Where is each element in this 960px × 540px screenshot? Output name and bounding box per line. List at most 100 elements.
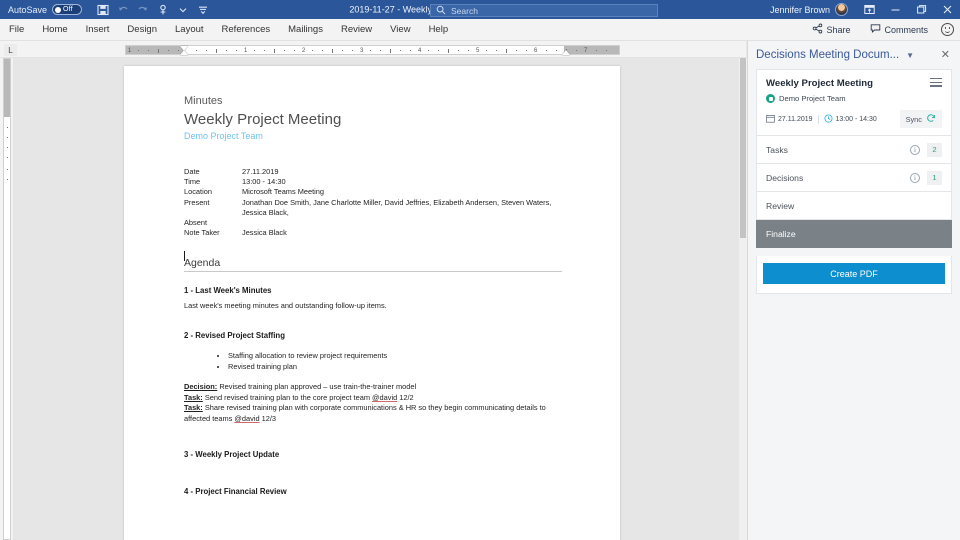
ribbon-display-options-icon[interactable] xyxy=(856,0,882,19)
chevron-down-icon[interactable]: ▼ xyxy=(906,51,914,60)
create-pdf-button[interactable]: Create PDF xyxy=(763,263,945,284)
section-4-heading: 4 - Project Financial Review xyxy=(184,487,287,497)
divider xyxy=(817,114,819,124)
mention[interactable]: @david xyxy=(234,414,259,423)
tab-home[interactable]: Home xyxy=(33,19,76,41)
document-canvas[interactable]: Minutes Weekly Project Meeting Demo Proj… xyxy=(14,58,740,540)
undo-icon[interactable] xyxy=(116,3,129,16)
pane-row-finalize[interactable]: Finalize xyxy=(756,220,952,248)
restore-icon[interactable] xyxy=(908,0,934,19)
pane-row-tasks[interactable]: Tasks i 2 xyxy=(756,136,952,164)
pane-row-right: i 1 xyxy=(910,170,942,185)
mention[interactable]: @david xyxy=(372,393,397,402)
ruler-dot xyxy=(606,50,607,52)
horizontal-ruler[interactable]: L 1 1 2 3 4 5 6 7 xyxy=(0,41,746,58)
ruler-half-tick xyxy=(158,49,159,53)
tab-stop-selector[interactable]: L xyxy=(4,44,17,56)
pane-row-right: i 2 xyxy=(910,142,942,157)
tab-help[interactable]: Help xyxy=(420,19,458,41)
meta-value xyxy=(242,218,564,228)
ruler-tick: 1 xyxy=(244,48,248,54)
share-button[interactable]: Share xyxy=(805,20,857,39)
ruler-half-tick xyxy=(216,49,217,53)
close-icon[interactable] xyxy=(934,0,960,19)
vertical-ruler-track xyxy=(3,58,11,540)
ruler-dot xyxy=(370,50,371,52)
autosave-control[interactable]: AutoSave Off xyxy=(8,4,83,15)
search-placeholder: Search xyxy=(451,5,478,16)
pane-row-decisions[interactable]: Decisions i 1 xyxy=(756,164,952,192)
meeting-card-title: Weekly Project Meeting xyxy=(766,78,873,89)
tab-insert[interactable]: Insert xyxy=(77,19,119,41)
ruler-track: 1 1 2 3 4 5 6 7 xyxy=(125,45,620,55)
task-line-1: Task: Send revised training plan to the … xyxy=(184,393,564,403)
search-input[interactable]: Search xyxy=(430,4,658,17)
hanging-indent-marker[interactable] xyxy=(180,50,188,55)
ruler-left-margin xyxy=(126,46,184,54)
ruler-dot xyxy=(178,50,179,52)
meeting-card: Weekly Project Meeting Demo Project Team… xyxy=(756,69,952,136)
minimize-icon[interactable] xyxy=(882,0,908,19)
ruler-dot xyxy=(496,50,497,52)
tab-references[interactable]: References xyxy=(213,19,280,41)
meta-value: 27.11.2019 xyxy=(242,167,279,176)
ruler-tick: 5 xyxy=(476,48,480,54)
meeting-time-text: 13:00 - 14:30 xyxy=(835,115,877,123)
pane-row-label: Review xyxy=(766,200,795,211)
avatar[interactable] xyxy=(835,3,848,16)
tab-mailings[interactable]: Mailings xyxy=(279,19,332,41)
save-icon[interactable] xyxy=(96,3,109,16)
ruler-dot xyxy=(516,50,517,52)
ruler-dot xyxy=(438,50,439,52)
feedback-smiley-icon[interactable] xyxy=(941,23,954,36)
tab-design[interactable]: Design xyxy=(118,19,166,41)
vertical-ruler[interactable] xyxy=(0,58,14,540)
ruler-dot xyxy=(458,50,459,52)
ruler-dot xyxy=(428,50,429,52)
vertical-scrollbar[interactable] xyxy=(739,58,747,540)
task-text: Send revised training plan to the core p… xyxy=(202,392,373,402)
info-icon[interactable]: i xyxy=(910,172,920,183)
ruler-dot xyxy=(294,50,295,52)
document-body[interactable]: Minutes Weekly Project Meeting Demo Proj… xyxy=(184,94,564,496)
info-icon[interactable]: i xyxy=(910,144,920,155)
tab-review[interactable]: Review xyxy=(332,19,381,41)
section-2-heading: 2 - Revised Project Staffing xyxy=(184,331,285,341)
agenda-heading: Agenda xyxy=(184,257,562,273)
tab-layout[interactable]: Layout xyxy=(166,19,213,41)
pane-row-review[interactable]: Review xyxy=(756,192,952,220)
tab-view[interactable]: View xyxy=(381,19,419,41)
task-due: 12/3 xyxy=(259,413,277,423)
ruler-tick: 4 xyxy=(418,48,422,54)
ruler-dot xyxy=(7,137,9,138)
close-icon[interactable]: ✕ xyxy=(937,48,954,63)
menu-icon[interactable] xyxy=(930,78,942,89)
meta-row: Date 27.11.2019 xyxy=(184,167,564,177)
chevron-down-icon[interactable] xyxy=(176,3,189,16)
ruler-dot xyxy=(7,127,9,128)
ruler-dot xyxy=(254,50,255,52)
tab-file[interactable]: File xyxy=(0,19,33,41)
decisions-tasks-block: Decision: Revised training plan approved… xyxy=(184,382,564,424)
touch-mode-icon[interactable] xyxy=(156,3,169,16)
task-pane-title: Decisions Meeting Docum... xyxy=(756,49,900,61)
customize-quick-access-icon[interactable] xyxy=(196,3,209,16)
right-indent-marker[interactable] xyxy=(562,50,570,55)
redo-icon[interactable] xyxy=(136,3,149,16)
document-page[interactable]: Minutes Weekly Project Meeting Demo Proj… xyxy=(124,66,620,540)
ruler-dot xyxy=(226,50,227,52)
ruler-dot xyxy=(380,50,381,52)
ruler-half-tick xyxy=(506,49,507,53)
title-bar: AutoSave Off 2019-11-27 - Weekly Search … xyxy=(0,0,960,19)
autosave-toggle[interactable]: Off xyxy=(52,4,83,15)
ruler-dot xyxy=(596,50,597,52)
meta-row: Time 13:00 - 14:30 xyxy=(184,177,564,187)
comments-button[interactable]: Comments xyxy=(863,20,935,39)
sync-button[interactable]: Sync xyxy=(899,110,942,128)
quick-access-toolbar xyxy=(96,3,209,16)
scrollbar-thumb[interactable] xyxy=(740,58,746,238)
ruler-dot xyxy=(7,157,9,158)
user-name-label[interactable]: Jennifer Brown xyxy=(770,5,830,15)
share-icon xyxy=(812,23,823,36)
list-item: Staffing allocation to review project re… xyxy=(228,350,564,361)
